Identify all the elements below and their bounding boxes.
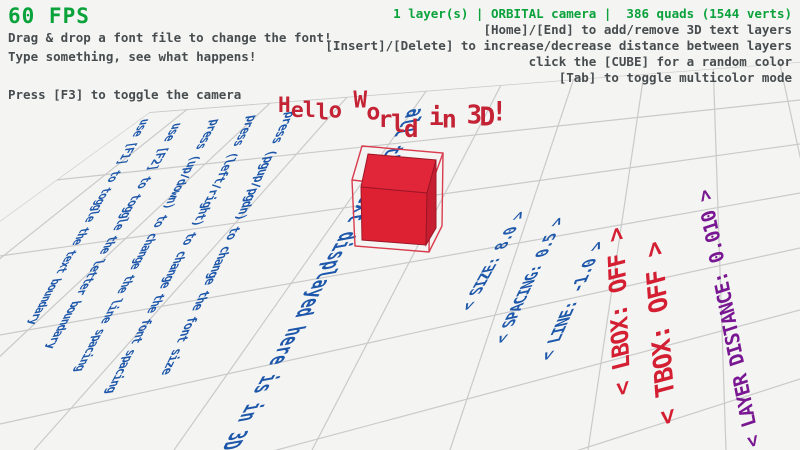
hud-left: 60 FPS Drag & drop a font file to change…	[8, 4, 332, 104]
cube[interactable]	[352, 146, 443, 252]
cube-top-face	[361, 154, 436, 193]
hud-right: 1 layer(s) | ORBITAL camera | 386 quads …	[325, 6, 792, 86]
hint-layer-distance: [Insert]/[Delete] to increase/decrease d…	[325, 38, 792, 54]
status-line: 1 layer(s) | ORBITAL camera | 386 quads …	[325, 6, 792, 22]
hint-drag-drop: Drag & drop a font file to change the fo…	[8, 28, 332, 47]
hint-layers: [Home]/[End] to add/remove 3D text layer…	[325, 22, 792, 38]
cube-front-face	[361, 187, 427, 245]
fps-counter: 60 FPS	[8, 4, 332, 28]
hint-camera-toggle: Press [F3] to toggle the camera	[8, 85, 332, 104]
hint-multicolor: [Tab] to toggle multicolor mode	[325, 70, 792, 86]
hint-cube-color: click the [CUBE] for a random color	[325, 54, 792, 70]
hint-type: Type something, see what happens!	[8, 47, 332, 66]
